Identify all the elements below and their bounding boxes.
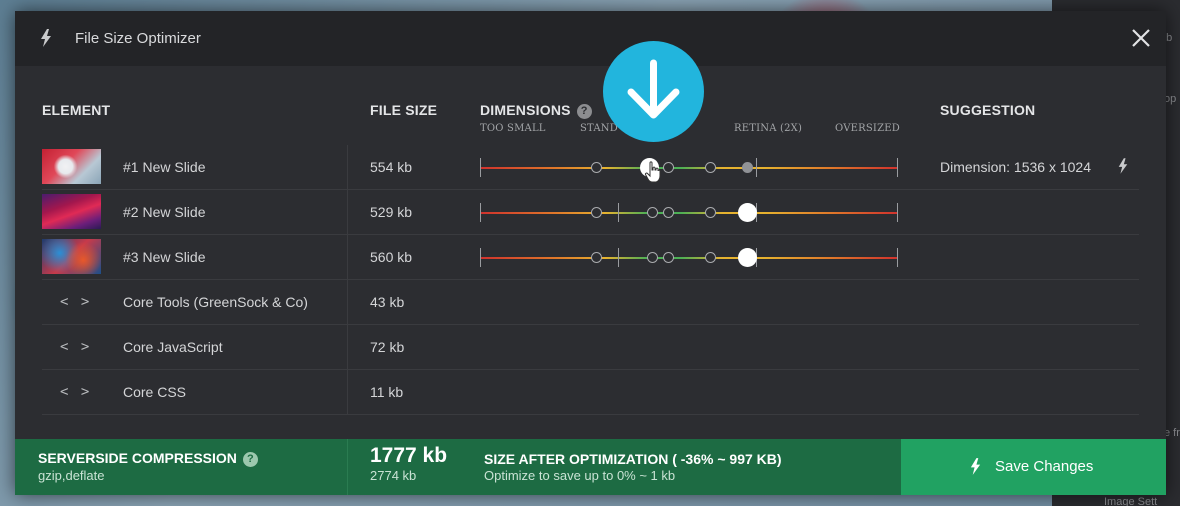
bg-text: Image Sett [1104, 496, 1158, 506]
scale-label-too-small: TOO SMALL [480, 123, 546, 134]
slider-dot[interactable] [647, 207, 658, 218]
row-size: 72 kb [370, 339, 405, 355]
row-name: Core Tools (GreenSock & Co) [123, 294, 308, 310]
slider-dot[interactable] [591, 252, 602, 263]
optimizer-footer: SERVERSIDE COMPRESSION? gzip,deflate 177… [15, 439, 1166, 495]
column-header-dimensions: DIMENSIONS? [480, 102, 592, 119]
close-icon[interactable] [1130, 27, 1152, 49]
slider-dot[interactable] [742, 162, 753, 173]
slide-thumbnail [42, 239, 101, 274]
row-name: #1 New Slide [123, 159, 206, 175]
scale-label-oversized: OVERSIZED [835, 123, 900, 134]
dimension-slider[interactable] [480, 248, 898, 267]
column-header-element: ELEMENT [42, 102, 111, 118]
slide-thumbnail [42, 194, 101, 229]
slider-tick [897, 158, 898, 177]
table-row: #2 New Slide 529 kb [42, 190, 1139, 235]
row-name: Core CSS [123, 384, 187, 400]
file-size-optimizer-modal: File Size Optimizer ELEMENT FILE SIZE DI… [15, 11, 1166, 495]
column-divider [347, 280, 348, 325]
slider-dot[interactable] [591, 207, 602, 218]
slider-track [480, 257, 898, 259]
row-name: #2 New Slide [123, 204, 206, 220]
dimension-slider[interactable] [480, 158, 898, 183]
modal-title: File Size Optimizer [75, 30, 201, 47]
table-row: #1 New Slide 554 kb Dimension: 1536 x 10… [42, 145, 1139, 190]
code-icon: < > [60, 339, 92, 355]
total-size: 1777 kb [370, 444, 448, 467]
save-changes-button[interactable]: Save Changes [901, 439, 1166, 495]
optimize-bolt-icon[interactable] [1117, 158, 1129, 174]
slider-dot[interactable] [591, 162, 602, 173]
slider-dot[interactable] [663, 252, 674, 263]
column-divider [347, 145, 348, 190]
compression-title: SERVERSIDE COMPRESSION? [38, 450, 258, 467]
slider-tick [618, 248, 619, 267]
slider-dot[interactable] [705, 162, 716, 173]
save-changes-label: Save Changes [995, 458, 1094, 475]
table-row: < > Core JavaScript 72 kb [42, 325, 1139, 370]
hand-cursor-icon [644, 161, 661, 183]
slider-track [480, 212, 898, 214]
original-size: 2774 kb [370, 468, 417, 483]
footer-divider [347, 439, 348, 495]
column-divider [347, 370, 348, 415]
slider-tick [897, 248, 898, 267]
slider-track [480, 167, 898, 169]
slider-tick [897, 203, 898, 222]
row-size: 529 kb [370, 204, 413, 220]
slider-tick [756, 158, 757, 177]
row-size: 43 kb [370, 294, 405, 310]
bg-text: e fr [1164, 427, 1180, 439]
bolt-icon [969, 458, 982, 475]
column-divider [347, 190, 348, 235]
slider-tick [480, 158, 481, 177]
code-icon: < > [60, 384, 92, 400]
slider-dot[interactable] [647, 252, 658, 263]
size-after-optimization: SIZE AFTER OPTIMIZATION ( -36% ~ 997 KB) [484, 451, 782, 467]
slider-handle[interactable] [738, 203, 757, 222]
download-arrow-icon[interactable] [603, 41, 704, 142]
suggestion-text: Dimension: 1536 x 1024 [940, 159, 1091, 175]
slider-tick [618, 203, 619, 222]
column-header-suggestion: SUGGESTION [940, 102, 1036, 118]
compression-title-text: SERVERSIDE COMPRESSION [38, 450, 237, 466]
dimensions-label: DIMENSIONS [480, 102, 571, 118]
row-size: 11 kb [370, 384, 404, 400]
slider-tick [480, 248, 481, 267]
column-header-file-size: FILE SIZE [370, 102, 438, 118]
compression-value: gzip,deflate [38, 468, 105, 483]
slider-tick [480, 203, 481, 222]
row-name: Core JavaScript [123, 339, 223, 355]
code-icon: < > [60, 294, 92, 310]
slider-dot[interactable] [663, 162, 674, 173]
slide-thumbnail [42, 149, 101, 184]
modal-header: File Size Optimizer [15, 11, 1166, 66]
table-row: < > Core CSS 11 kb [42, 370, 1139, 415]
row-size: 560 kb [370, 249, 413, 265]
table-row: < > Core Tools (GreenSock & Co) 43 kb [42, 280, 1139, 325]
slider-dot[interactable] [705, 252, 716, 263]
bolt-icon [39, 29, 53, 47]
slider-dot[interactable] [663, 207, 674, 218]
row-size: 554 kb [370, 159, 413, 175]
slider-dot[interactable] [705, 207, 716, 218]
column-divider [347, 235, 348, 280]
slider-handle[interactable] [738, 248, 757, 267]
table-row: #3 New Slide 560 kb [42, 235, 1139, 280]
dimension-slider[interactable] [480, 203, 898, 222]
help-icon[interactable]: ? [576, 104, 592, 119]
optimization-hint: Optimize to save up to 0% ~ 1 kb [484, 468, 676, 483]
column-divider [347, 325, 348, 370]
scale-label-retina: RETINA (2X) [734, 123, 803, 134]
help-icon[interactable]: ? [242, 452, 258, 467]
row-name: #3 New Slide [123, 249, 206, 265]
